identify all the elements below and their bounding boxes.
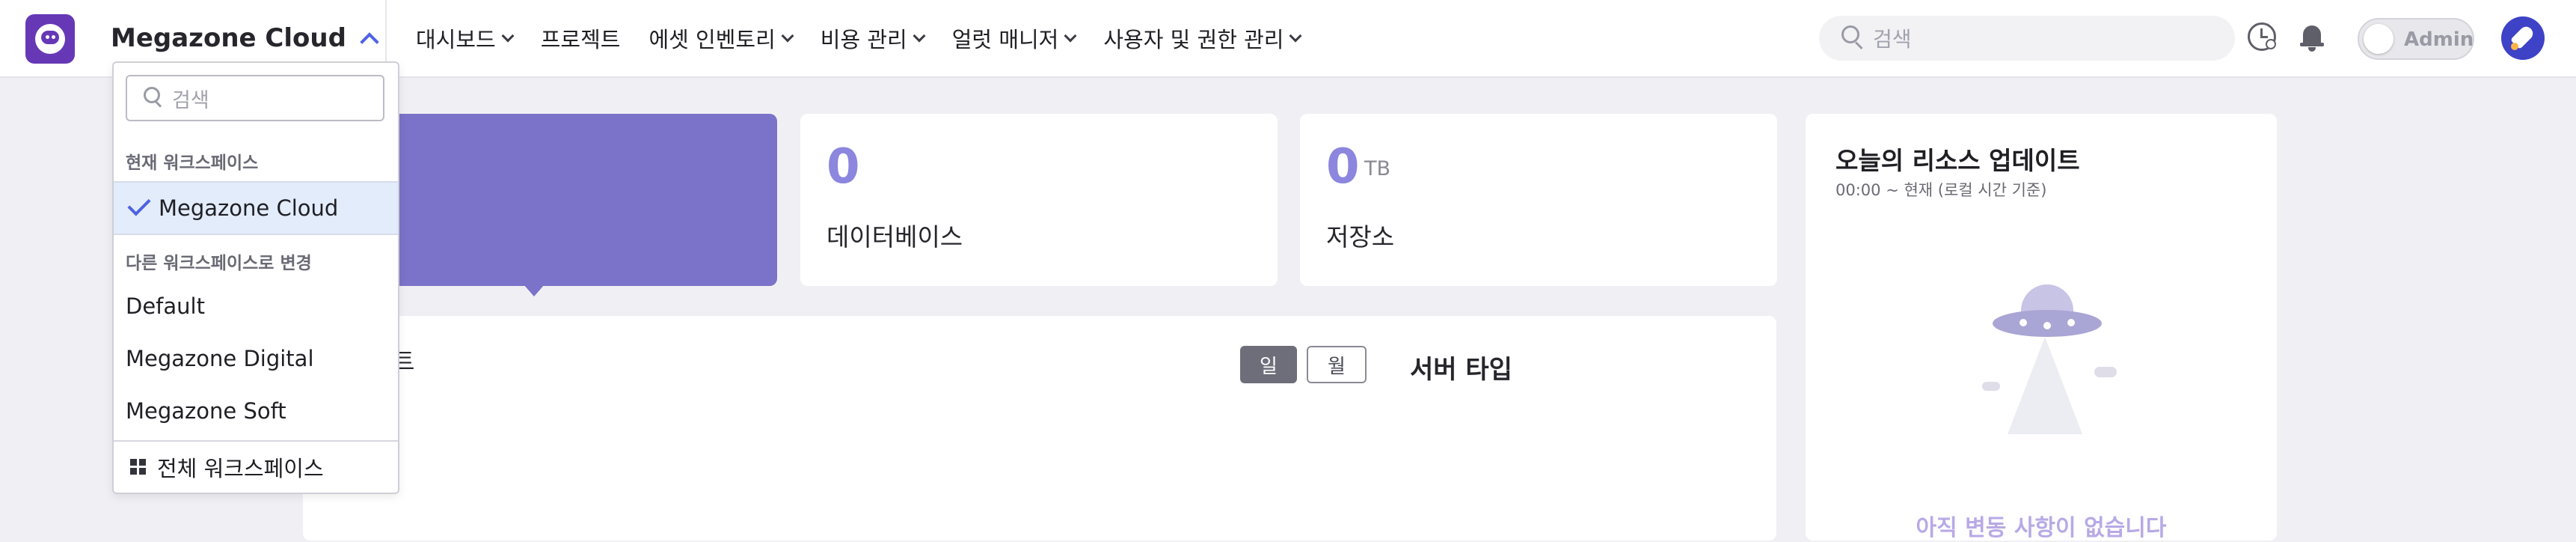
server-type-title: 서버 타입 xyxy=(1410,355,1512,385)
user-avatar[interactable] xyxy=(2501,16,2545,60)
resource-update-panel: 오늘의 리소스 업데이트 00:00 ~ 현재 (로컬 시간 기준) 아직 변동… xyxy=(1806,114,2277,541)
period-day-button[interactable]: 일 xyxy=(1240,346,1297,383)
nav-user-permissions[interactable]: 사용자 및 권한 관리 xyxy=(1103,22,1302,54)
nav-user-permissions-label: 사용자 및 권한 관리 xyxy=(1103,27,1284,52)
global-search-input[interactable]: 검색 xyxy=(1819,16,2235,61)
admin-toggle-label: Admin xyxy=(2404,28,2474,51)
workspace-dropdown: 검색 현재 워크스페이스 Megazone Cloud 다른 워크스페이스로 변… xyxy=(112,61,399,494)
logo-eye-right xyxy=(52,35,55,39)
current-workspace-label: Megazone Cloud xyxy=(159,195,339,221)
nav-alert-manager-label: 얼럿 매니저 xyxy=(951,27,1059,52)
grid-icon xyxy=(130,459,147,475)
app-logo[interactable] xyxy=(25,14,75,64)
main-menu: 대시보드 프로젝트 에셋 인벤토리 비용 관리 얼럿 매니저 사용자 및 권한 … xyxy=(416,22,1328,54)
checkmark-icon xyxy=(127,192,151,216)
empty-state-message: 아직 변동 사항이 없습니다 xyxy=(1916,515,2167,541)
chevron-down-icon xyxy=(781,29,794,43)
workspace-name: Megazone Cloud xyxy=(111,23,346,53)
nav-cost-management[interactable]: 비용 관리 xyxy=(820,22,926,54)
database-count: 0 xyxy=(827,139,860,195)
storage-unit: TB xyxy=(1364,157,1391,180)
summary-card-database[interactable]: 0 데이터베이스 xyxy=(800,114,1278,286)
resource-update-title: 오늘의 리소스 업데이트 xyxy=(1836,146,2080,175)
chevron-up-icon xyxy=(360,32,379,52)
nav-asset-inventory[interactable]: 에셋 인벤토리 xyxy=(648,22,794,54)
search-icon xyxy=(1841,25,1867,51)
all-workspaces-label: 전체 워크스페이스 xyxy=(157,456,324,481)
nav-dashboard-label: 대시보드 xyxy=(416,27,496,52)
nav-alert-manager[interactable]: 얼럿 매니저 xyxy=(951,22,1077,54)
storage-value: 0 xyxy=(1326,139,1360,195)
nav-projects-label: 프로젝트 xyxy=(540,27,621,52)
chevron-down-icon xyxy=(913,29,926,43)
workspace-item-default[interactable]: Default xyxy=(126,293,205,319)
summary-card-storage[interactable]: 0 TB 저장소 xyxy=(1300,114,1777,286)
workspace-search-placeholder: 검색 xyxy=(172,88,209,112)
workspace-search-input[interactable]: 검색 xyxy=(126,75,384,121)
trend-panel: 트 일 월 서버 타입 xyxy=(303,316,1776,541)
logo-eye-left xyxy=(46,35,49,39)
resource-update-subtitle: 00:00 ~ 현재 (로컬 시간 기준) xyxy=(1836,181,2047,199)
notification-bell-icon[interactable] xyxy=(2299,22,2325,52)
ufo-illustration-icon xyxy=(1982,284,2117,434)
storage-label: 저장소 xyxy=(1326,222,1395,252)
search-icon xyxy=(144,87,166,109)
workspace-switcher[interactable]: Megazone Cloud xyxy=(111,21,379,55)
current-workspace-heading: 현재 워크스페이스 xyxy=(126,153,259,173)
nav-dashboard[interactable]: 대시보드 xyxy=(416,22,515,54)
global-search-placeholder: 검색 xyxy=(1873,27,1912,52)
current-workspace-item[interactable]: Megazone Cloud xyxy=(114,181,398,235)
workspace-item-megazone-digital[interactable]: Megazone Digital xyxy=(126,346,314,371)
database-label: 데이터베이스 xyxy=(827,222,963,252)
nav-projects[interactable]: 프로젝트 xyxy=(541,22,621,54)
nav-cost-management-label: 비용 관리 xyxy=(820,27,907,52)
recent-history-icon[interactable] xyxy=(2248,22,2276,51)
chevron-down-icon xyxy=(1064,29,1077,43)
other-workspace-heading: 다른 워크스페이스로 변경 xyxy=(126,254,312,273)
logo-face xyxy=(41,31,59,44)
workspace-item-megazone-soft[interactable]: Megazone Soft xyxy=(126,398,286,424)
rocket-flame xyxy=(2511,43,2518,50)
toggle-knob xyxy=(2364,24,2393,54)
selected-card-pointer xyxy=(524,284,545,296)
chevron-down-icon xyxy=(1289,29,1302,43)
nav-asset-inventory-label: 에셋 인벤토리 xyxy=(648,27,776,52)
all-workspaces-link[interactable]: 전체 워크스페이스 xyxy=(114,440,398,493)
period-month-button[interactable]: 월 xyxy=(1307,346,1367,383)
chevron-down-icon xyxy=(501,29,515,43)
admin-mode-toggle[interactable]: Admin xyxy=(2358,18,2474,60)
